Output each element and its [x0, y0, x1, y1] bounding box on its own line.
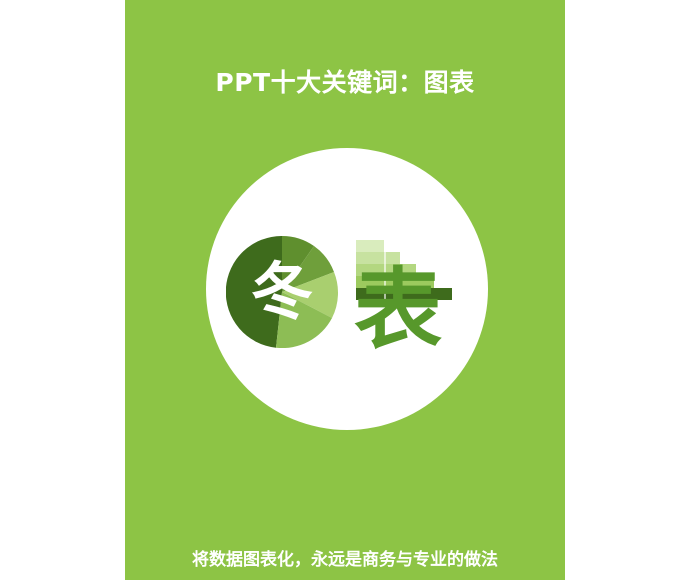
poster: PPT十大关键词：图表 冬 表 将数据图表化，永远是商务与专业的做法 — [125, 0, 565, 580]
poster-title: PPT十大关键词：图表 — [215, 68, 475, 97]
emblem-circle: 冬 表 — [206, 148, 488, 430]
bar-step-1 — [356, 240, 384, 252]
poster-subtitle: 将数据图表化，永远是商务与专业的做法 — [192, 550, 498, 570]
pie-chart-icon — [226, 236, 338, 348]
bars-logo-char: 表 — [353, 258, 442, 361]
pie-slice-dark — [226, 236, 282, 348]
